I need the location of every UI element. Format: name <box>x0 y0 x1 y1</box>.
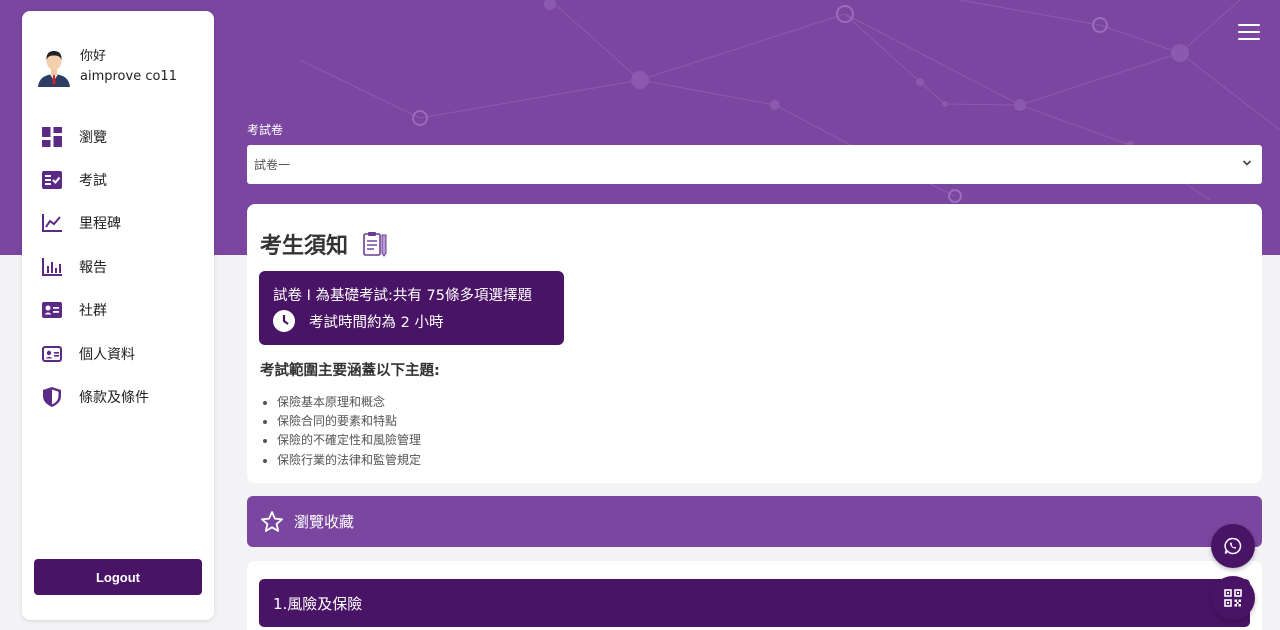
line-chart-icon <box>41 212 63 234</box>
chapter-label: 1.風險及保險 <box>273 594 363 613</box>
logout-button[interactable]: Logout <box>34 559 202 595</box>
hamburger-menu-icon[interactable] <box>1238 24 1260 42</box>
sidebar-item-label: 里程碑 <box>79 216 121 233</box>
user-profile: 你好 aimprove co11 <box>36 47 177 87</box>
user-name: aimprove co11 <box>80 69 177 84</box>
document-icon <box>363 232 387 257</box>
sidebar-item-exam[interactable]: 考試 <box>22 158 214 201</box>
id-card-icon <box>41 343 63 365</box>
chevron-down-icon <box>1242 160 1252 166</box>
whatsapp-button[interactable] <box>1211 524 1255 568</box>
sidebar-item-label: 考試 <box>79 173 107 190</box>
avatar <box>38 51 70 87</box>
page-title: 考生須知 <box>260 228 388 260</box>
sidebar-item-browse[interactable]: 瀏覽 <box>22 115 214 158</box>
bar-chart-icon <box>41 256 63 278</box>
list-item: 保險的不確定性和風險管理 <box>277 431 421 450</box>
qr-code-icon <box>1224 589 1242 607</box>
exam-notice-card: 考生須知 試卷 I 為基礎考試:共有 75條多項選擇題 考試時間約為 2 小時 … <box>247 204 1262 483</box>
sidebar-item-profile[interactable]: 個人資料 <box>22 332 214 375</box>
sidebar-item-community[interactable]: 社群 <box>22 289 214 332</box>
dashboard-icon <box>41 126 63 148</box>
topics-heading: 考試範圍主要涵蓋以下主題: <box>260 363 440 379</box>
list-item: 保險基本原理和概念 <box>277 393 421 412</box>
exam-select-value: 試卷一 <box>254 158 291 172</box>
user-greeting: 你好 <box>80 49 107 64</box>
exam-select[interactable]: 試卷一 <box>247 145 1262 184</box>
star-icon <box>261 510 283 532</box>
sidebar-item-reports[interactable]: 報告 <box>22 245 214 288</box>
sidebar-item-label: 報告 <box>79 259 107 276</box>
community-card-icon <box>41 299 63 321</box>
sidebar-item-label: 瀏覽 <box>79 129 107 146</box>
sidebar: 你好 aimprove co11 瀏覽 考試 里程碑 報告 社群 個人資料 條款… <box>22 11 214 620</box>
chapter-item[interactable]: 1.風險及保險 <box>259 579 1250 627</box>
sidebar-item-milestones[interactable]: 里程碑 <box>22 202 214 245</box>
exam-duration: 考試時間約為 2 小時 <box>309 314 444 331</box>
exam-info-box: 試卷 I 為基礎考試:共有 75條多項選擇題 考試時間約為 2 小時 <box>259 271 564 345</box>
sidebar-item-label: 個人資料 <box>79 346 135 363</box>
favorites-label: 瀏覽收藏 <box>294 513 355 531</box>
qr-code-button[interactable] <box>1211 576 1255 620</box>
favorites-button[interactable]: 瀏覽收藏 <box>247 496 1262 547</box>
topics-list: 保險基本原理和概念 保險合同的要素和特點 保險的不確定性和風險管理 保險行業的法… <box>277 393 421 470</box>
sidebar-item-label: 社群 <box>79 303 107 320</box>
sidebar-item-terms[interactable]: 條款及條件 <box>22 375 214 418</box>
sidebar-item-label: 條款及條件 <box>79 390 149 407</box>
whatsapp-icon <box>1224 537 1242 555</box>
exam-info-line: 試卷 I 為基礎考試:共有 75條多項選擇題 <box>273 288 532 304</box>
list-item: 保險行業的法律和監管規定 <box>277 451 421 470</box>
clock-icon <box>273 310 295 332</box>
shield-icon <box>41 386 63 408</box>
exam-select-label: 考試卷 <box>247 123 284 137</box>
list-item: 保險合同的要素和特點 <box>277 412 421 431</box>
sidebar-nav: 瀏覽 考試 里程碑 報告 社群 個人資料 條款及條件 <box>22 115 214 419</box>
exam-checklist-icon <box>41 169 63 191</box>
chapter-list: 1.風險及保險 <box>247 561 1262 630</box>
